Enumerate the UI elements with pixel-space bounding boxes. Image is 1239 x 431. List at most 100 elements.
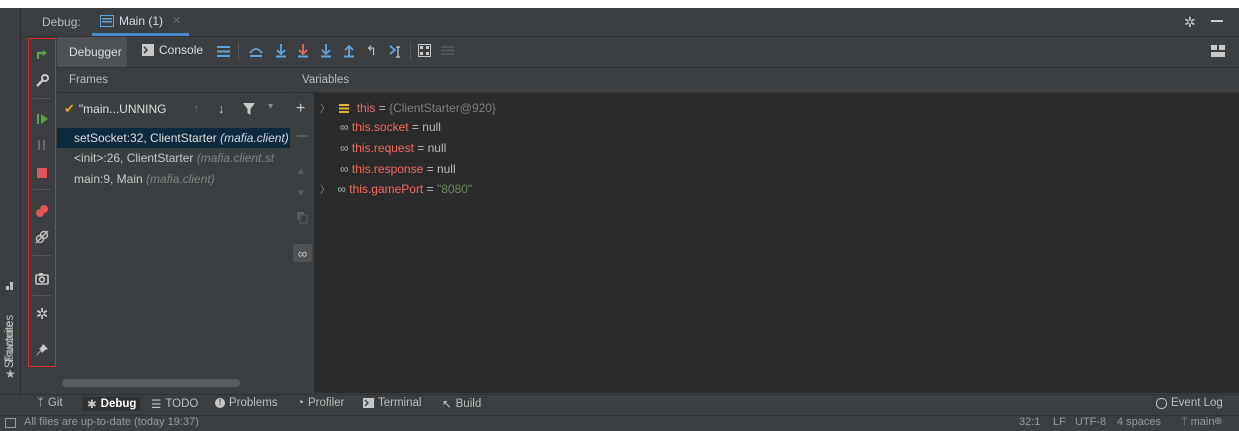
variable-equals: = <box>423 162 437 176</box>
run-tab-main[interactable]: Main (1) ✕ <box>92 8 190 36</box>
infinity-icon: ∞ <box>297 245 308 261</box>
variable-row[interactable]: 〉 ∞ this.gamePort = "8080" <box>320 180 472 200</box>
profiler-tool-button[interactable]: ◔ Profiler <box>297 397 344 409</box>
step-into-icon[interactable] <box>297 43 309 58</box>
camera-icon[interactable] <box>29 266 55 292</box>
show-execution-point-icon[interactable] <box>249 44 263 58</box>
event-log-button[interactable]: Event Log <box>1156 397 1223 409</box>
status-message: All files are up-to-date (today 19:37) <box>24 416 199 428</box>
variables-header <box>291 68 1239 93</box>
variables-side-toolbar <box>291 93 315 393</box>
build-tool-button[interactable]: ↖ Build <box>442 397 481 411</box>
chevron-right-icon[interactable]: 〉 <box>320 104 330 115</box>
toolbar-separator <box>410 42 411 60</box>
object-icon <box>339 104 350 113</box>
variable-row[interactable]: ∞ this.request = null <box>340 139 446 157</box>
problems-label: Problems <box>229 397 278 409</box>
console-tab[interactable]: Console <box>142 43 203 57</box>
gear-icon[interactable]: ✲ <box>1184 14 1196 31</box>
speech-bubble-icon <box>1156 397 1167 409</box>
variable-name: this.gamePort <box>349 182 424 196</box>
down-arrow-icon[interactable]: ↓ <box>218 101 225 116</box>
variable-equals: = <box>375 101 390 115</box>
step-out-icon[interactable] <box>343 43 355 58</box>
chevron-down-icon[interactable]: ▾ <box>268 101 273 112</box>
problems-tool-button[interactable]: ! Problems <box>215 397 278 409</box>
frame-row[interactable]: main:9, Main (mafia.client) <box>57 169 290 189</box>
git-label: Git <box>47 397 63 409</box>
layout-icon[interactable] <box>1211 45 1225 57</box>
run-to-cursor-icon[interactable] <box>389 43 403 58</box>
indent-setting[interactable]: 4 spaces <box>1117 416 1161 428</box>
todo-tool-button[interactable]: ☰ TODO <box>151 397 198 411</box>
profiler-label: Profiler <box>307 397 345 409</box>
wrench-icon[interactable] <box>29 68 55 94</box>
watches-toggle[interactable]: ∞ <box>293 244 312 262</box>
window-icon <box>100 14 114 27</box>
frame-package: (mafia.client.st <box>196 151 275 165</box>
rerun-icon[interactable] <box>29 42 55 68</box>
frames-header-label: Frames <box>69 74 108 86</box>
variable-row[interactable]: ∞ this.socket = null <box>340 118 441 136</box>
settings-icon[interactable]: ✲ <box>29 301 55 327</box>
horizontal-scrollbar[interactable] <box>62 379 240 387</box>
resume-icon[interactable] <box>29 106 55 132</box>
infinity-icon: ∞ <box>340 141 352 155</box>
console-tab-label: Console <box>159 43 204 57</box>
line-separator[interactable]: LF <box>1053 416 1066 428</box>
move-down-icon[interactable]: ▼ <box>296 188 306 199</box>
view-breakpoints-icon[interactable] <box>29 198 55 224</box>
close-icon[interactable]: ✕ <box>172 14 181 27</box>
stop-icon[interactable] <box>29 160 55 186</box>
variable-equals: = <box>413 141 428 155</box>
favorites-label: Favorites <box>4 314 16 362</box>
step-over-icon[interactable] <box>275 43 287 58</box>
debug-tool-button[interactable]: ✱ Debug <box>83 397 141 411</box>
filter-icon[interactable] <box>243 103 255 115</box>
run-tab-label: Main (1) <box>119 13 164 28</box>
hammer-icon: ↖ <box>442 399 452 411</box>
structure-icon <box>6 282 14 290</box>
terminal-tool-button[interactable]: Terminal <box>363 397 421 409</box>
variable-row[interactable]: ∞ this.response = null <box>340 160 456 178</box>
trace-stream-icon[interactable] <box>441 44 454 57</box>
up-arrow-icon[interactable]: ↑ <box>193 101 200 116</box>
evaluate-expression-icon[interactable] <box>418 44 431 57</box>
menu-icon[interactable] <box>217 46 230 57</box>
move-up-icon[interactable]: ▲ <box>296 166 306 177</box>
variable-value: "8080" <box>436 182 473 196</box>
copy-icon[interactable] <box>297 212 308 224</box>
drop-frame-icon[interactable]: ↰ <box>366 43 377 59</box>
tab-debugger[interactable]: Debugger <box>69 45 122 59</box>
build-label: Build <box>455 398 482 410</box>
debug-label: Debug <box>100 398 137 410</box>
favorites-tool-button[interactable]: Favorites <box>4 306 18 366</box>
infinity-icon: ∞ <box>340 120 352 134</box>
pin-icon[interactable] <box>29 337 55 363</box>
frame-method: setSocket:32, ClientStarter <box>74 131 217 145</box>
variable-name: this.request <box>351 141 414 155</box>
thread-selector[interactable]: ✔ "main...UNNING <box>64 101 167 117</box>
bug-icon: ✱ <box>87 399 97 411</box>
frame-row[interactable]: <init>:26, ClientStarter (mafia.client.s… <box>57 148 290 168</box>
hide-icon[interactable] <box>1211 20 1223 22</box>
lock-icon[interactable]: ⊕ <box>1214 416 1222 427</box>
caret-position[interactable]: 32:1 <box>1019 416 1040 428</box>
remove-watch-icon[interactable] <box>297 135 307 137</box>
branch-name: main <box>1190 416 1215 428</box>
chevron-right-icon[interactable]: 〉 <box>320 185 330 196</box>
file-encoding[interactable]: UTF-8 <box>1075 416 1106 428</box>
add-watch-icon[interactable]: + <box>296 100 305 118</box>
variable-row[interactable]: 〉 this = {ClientStarter@920} <box>320 99 496 119</box>
variables-header-label: Variables <box>302 74 350 86</box>
frame-row[interactable]: setSocket:32, ClientStarter (mafia.clien… <box>57 128 290 148</box>
git-tool-button[interactable]: ᛘ Git <box>37 397 63 409</box>
pause-icon[interactable] <box>29 132 55 158</box>
toggle-tool-windows-icon[interactable] <box>5 418 16 428</box>
branch-icon: ᛘ <box>1181 416 1188 428</box>
todo-label: TODO <box>165 398 199 410</box>
toolbar-separator <box>238 42 239 60</box>
force-step-into-icon[interactable] <box>320 43 332 58</box>
git-branch-widget[interactable]: ᛘ main <box>1181 416 1214 428</box>
mute-breakpoints-icon[interactable] <box>29 224 55 250</box>
